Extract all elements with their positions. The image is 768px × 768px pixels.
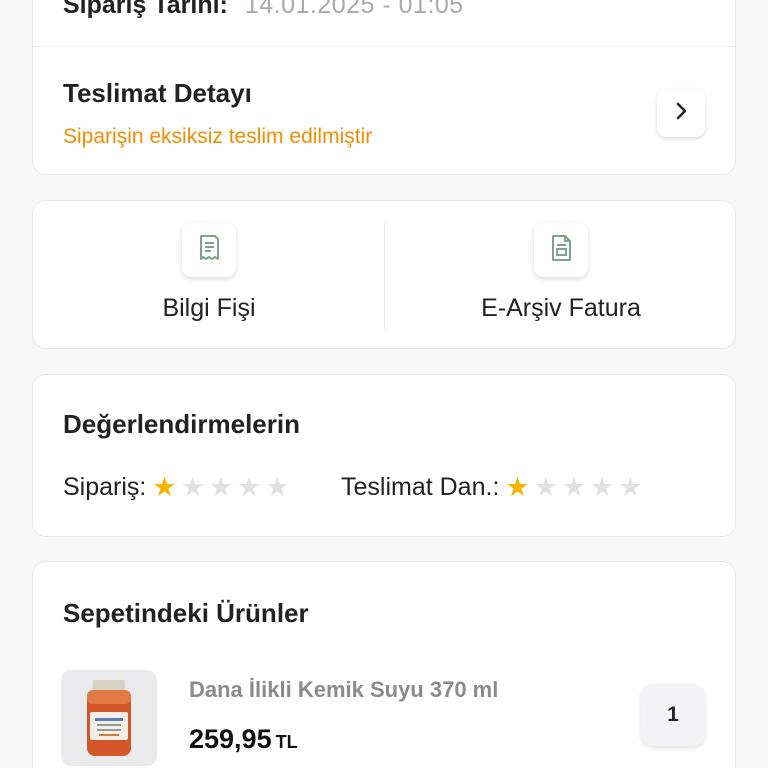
star-empty-icon[interactable]: ★ bbox=[209, 474, 233, 501]
order-star-rating[interactable]: ★ ★ ★ ★ ★ bbox=[152, 474, 293, 501]
invoice-icon bbox=[548, 233, 574, 268]
delivery-star-rating[interactable]: ★ ★ ★ ★ ★ bbox=[505, 474, 646, 501]
delivery-rating: Teslimat Dan.: ★ ★ ★ ★ ★ bbox=[341, 473, 646, 502]
chevron-right-icon bbox=[673, 101, 689, 126]
ratings-card: Değerlendirmelerin Sipariş: ★ ★ ★ ★ ★ Teslim… bbox=[32, 374, 736, 537]
receipt-button[interactable]: Bilgi Fişi bbox=[33, 201, 385, 350]
star-empty-icon[interactable]: ★ bbox=[562, 474, 586, 501]
delivery-detail-title: Teslimat Detayı bbox=[63, 78, 252, 108]
star-empty-icon[interactable]: ★ bbox=[590, 474, 614, 501]
ratings-title: Değerlendirmelerin bbox=[63, 409, 300, 439]
order-summary-card: Sipariş Tarihi: 14.01.2025 - 01:05 Tesli… bbox=[32, 0, 736, 175]
star-filled-icon[interactable]: ★ bbox=[505, 474, 529, 501]
star-empty-icon[interactable]: ★ bbox=[181, 474, 205, 501]
invoice-label: E-Arşiv Fatura bbox=[481, 294, 641, 322]
product-price: 259,95 TL bbox=[189, 724, 298, 755]
order-date-row: Sipariş Tarihi: 14.01.2025 - 01:05 bbox=[63, 0, 464, 20]
star-empty-icon[interactable]: ★ bbox=[265, 474, 289, 501]
order-rating-label: Sipariş: bbox=[63, 473, 147, 501]
divider bbox=[33, 46, 735, 47]
receipt-icon-box bbox=[182, 223, 236, 277]
star-empty-icon[interactable]: ★ bbox=[534, 474, 558, 501]
order-date-label: Sipariş Tarihi: bbox=[63, 0, 228, 19]
invoice-icon-box bbox=[534, 223, 588, 277]
basket-title: Sepetindeki Ürünler bbox=[63, 598, 309, 628]
delivery-detail-button[interactable] bbox=[657, 89, 705, 137]
order-date-value: 14.01.2025 - 01:05 bbox=[244, 0, 464, 19]
product-price-value: 259,95 bbox=[189, 724, 272, 754]
receipt-label: Bilgi Fişi bbox=[162, 294, 256, 322]
product-image[interactable] bbox=[61, 670, 157, 766]
delivery-status-text: Siparişin eksiksiz teslim edilmiştir bbox=[63, 125, 373, 148]
product-price-currency: TL bbox=[275, 732, 298, 752]
documents-card: Bilgi Fişi E-Arşiv Fatura bbox=[32, 200, 736, 349]
e-archive-invoice-button[interactable]: E-Arşiv Fatura bbox=[385, 201, 737, 350]
product-quantity: 1 bbox=[641, 684, 705, 746]
product-name[interactable]: Dana İlikli Kemik Suyu 370 ml bbox=[189, 677, 498, 703]
delivery-rating-label: Teslimat Dan.: bbox=[341, 473, 500, 501]
basket-card: Sepetindeki Ürünler Dana İlikli Kemik Su… bbox=[32, 561, 736, 768]
order-rating: Sipariş: ★ ★ ★ ★ ★ bbox=[63, 473, 293, 502]
receipt-icon bbox=[195, 233, 223, 268]
star-empty-icon[interactable]: ★ bbox=[618, 474, 642, 501]
star-empty-icon[interactable]: ★ bbox=[237, 474, 261, 501]
star-filled-icon[interactable]: ★ bbox=[152, 474, 176, 501]
